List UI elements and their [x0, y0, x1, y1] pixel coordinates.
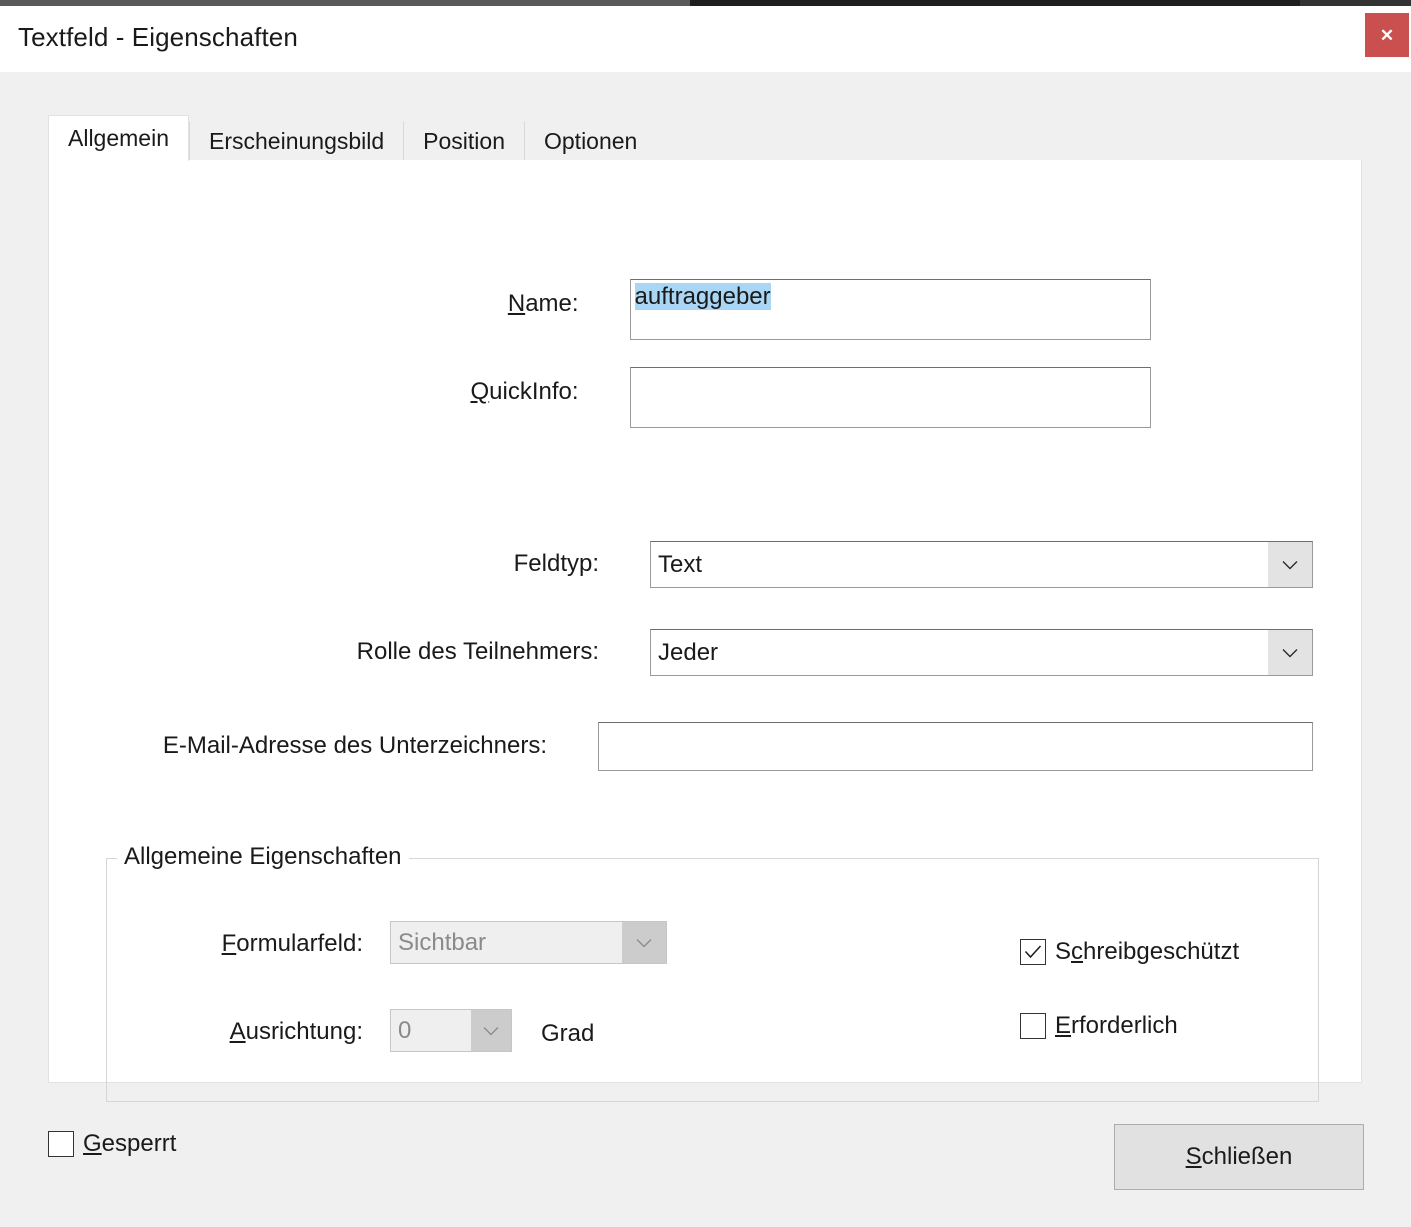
checkbox-gesperrt-box — [48, 1131, 74, 1157]
title-bar: Textfeld - Eigenschaften ✕ — [0, 6, 1411, 72]
tab-erscheinungsbild[interactable]: Erscheinungsbild — [189, 121, 404, 161]
participant-role-label: Rolle des Teilnehmers: — [356, 638, 599, 665]
dialog-body: Allgemein Erscheinungsbild Position Opti… — [0, 72, 1411, 1227]
tab-erscheinungsbild-label: Erscheinungsbild — [209, 128, 385, 154]
cb-readonly-post: hreibgeschützt — [1083, 938, 1240, 965]
checkbox-schreibgeschuetzt-label: Schreibgeschützt — [1055, 940, 1239, 964]
groupbox-allgemeine-eigenschaften: Allgemeine Eigenschaften Formularfeld: S… — [106, 843, 1319, 1102]
orientation-unit-label: Grad — [541, 1020, 595, 1047]
chevron-down-icon — [622, 922, 666, 963]
checkbox-gesperrt-label: Gesperrt — [83, 1132, 176, 1156]
row-participant-role: Rolle des Teilnehmers: Jeder — [261, 629, 1313, 676]
chevron-down-icon — [471, 1010, 511, 1051]
tab-allgemein[interactable]: Allgemein — [48, 115, 189, 161]
row-form-field: Formularfeld: Sichtbar — [155, 921, 915, 964]
name-input-value: auftraggeber — [634, 283, 771, 310]
checkbox-gesperrt[interactable]: Gesperrt — [48, 1131, 176, 1157]
cb-locked-accel: G — [83, 1130, 102, 1157]
schliessen-button[interactable]: Schließen — [1114, 1124, 1364, 1190]
orientation-label-accel: A — [229, 1018, 246, 1045]
checkbox-erforderlich[interactable]: Erforderlich — [1020, 1013, 1178, 1039]
window-close-button[interactable]: ✕ — [1365, 13, 1409, 57]
close-icon: ✕ — [1379, 25, 1395, 45]
orientation-combobox-value: 0 — [398, 1016, 412, 1044]
tab-panel-allgemein: Name: auftraggeber QuickInfo: Feldtyp: T… — [48, 160, 1362, 1102]
name-label-accel: N — [507, 290, 526, 317]
checkbox-erforderlich-label: Erforderlich — [1055, 1014, 1178, 1038]
signer-email-label: E-Mail-Adresse des Unterzeichners: — [162, 732, 547, 759]
schliessen-accel: S — [1185, 1143, 1202, 1170]
schliessen-post: chließen — [1201, 1143, 1293, 1170]
checkbox-erforderlich-box — [1020, 1013, 1046, 1039]
checkmark-icon — [1024, 945, 1042, 959]
checkbox-schreibgeschuetzt[interactable]: Schreibgeschützt — [1020, 939, 1239, 965]
tab-optionen[interactable]: Optionen — [524, 121, 657, 161]
tab-optionen-label: Optionen — [544, 128, 638, 154]
form-field-combobox[interactable]: Sichtbar — [390, 921, 667, 964]
quickinfo-input[interactable] — [629, 367, 1151, 428]
participant-role-combobox[interactable]: Jeder — [650, 629, 1313, 676]
signer-email-input[interactable] — [598, 722, 1313, 771]
row-fieldtype: Feldtyp: Text — [423, 541, 1313, 588]
tab-allgemein-label: Allgemein — [68, 125, 169, 151]
form-field-label-accel: F — [221, 930, 237, 957]
cb-locked-post: esperrt — [101, 1130, 177, 1157]
tab-position-label: Position — [423, 128, 505, 154]
row-quickinfo: QuickInfo: — [447, 367, 1151, 428]
participant-role-combobox-value: Jeder — [658, 638, 719, 666]
form-field-combobox-value: Sichtbar — [398, 928, 487, 956]
window-title: Textfeld - Eigenschaften — [18, 22, 298, 52]
tab-strip: Allgemein Erscheinungsbild Position Opti… — [48, 115, 657, 161]
row-name: Name: auftraggeber — [447, 279, 1151, 340]
checkbox-schreibgeschuetzt-box — [1020, 939, 1046, 965]
orientation-label-rest: usrichtung: — [245, 1018, 363, 1045]
orientation-label: Ausrichtung: — [155, 1009, 363, 1044]
cb-readonly-pre: S — [1055, 938, 1072, 965]
name-label-rest: ame: — [525, 290, 579, 317]
row-signer-email: E-Mail-Adresse des Unterzeichners: — [106, 722, 1313, 771]
fieldtype-combobox-value: Text — [658, 550, 703, 578]
cb-required-post: rforderlich — [1071, 1012, 1178, 1039]
fieldtype-combobox[interactable]: Text — [650, 541, 1313, 588]
form-field-label: Formularfeld: — [155, 921, 363, 956]
name-label: Name: — [447, 279, 579, 316]
cb-readonly-accel: c — [1071, 938, 1084, 965]
tab-position[interactable]: Position — [403, 121, 524, 161]
row-orientation: Ausrichtung: 0 — [155, 1009, 915, 1052]
form-field-label-rest: ormularfeld: — [236, 930, 363, 957]
quickinfo-label-rest: uickInfo: — [489, 378, 579, 405]
cb-required-accel: E — [1055, 1012, 1072, 1039]
orientation-combobox[interactable]: 0 — [390, 1009, 512, 1052]
quickinfo-label: QuickInfo: — [447, 367, 579, 405]
groupbox-title: Allgemeine Eigenschaften — [117, 843, 409, 871]
chevron-down-icon — [1268, 542, 1312, 587]
chevron-down-icon — [1268, 630, 1312, 675]
quickinfo-label-accel: Q — [470, 378, 490, 405]
fieldtype-label: Feldtyp: — [513, 550, 599, 577]
name-input[interactable]: auftraggeber — [629, 279, 1151, 340]
